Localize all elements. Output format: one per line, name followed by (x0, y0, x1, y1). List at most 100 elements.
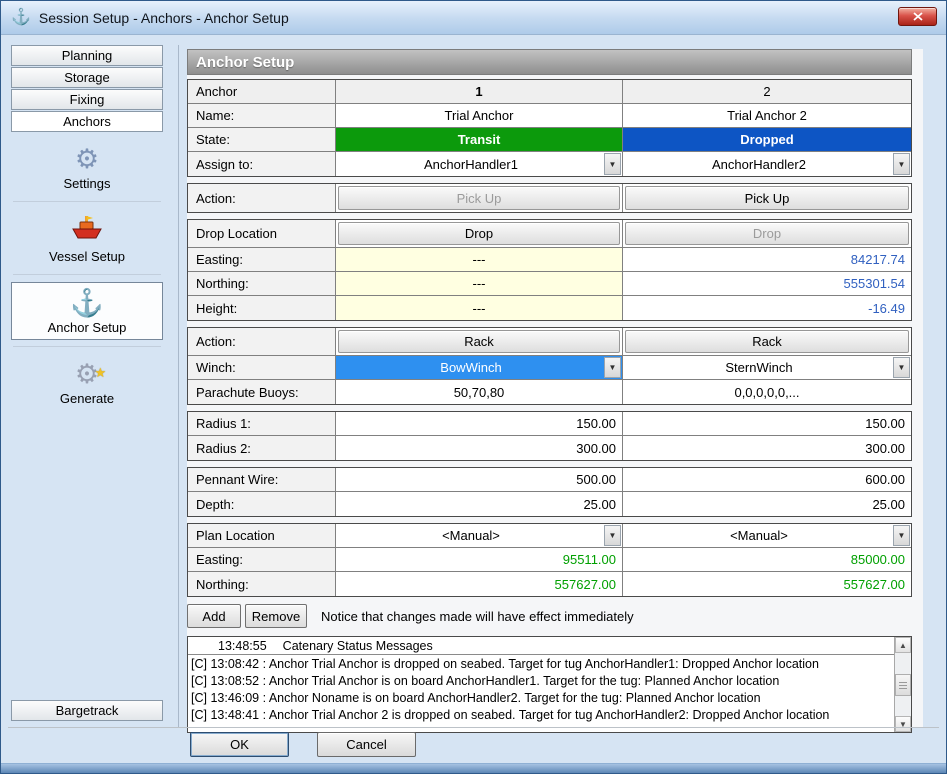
northing-field-1[interactable]: --- (336, 272, 623, 296)
assign-value-1: AnchorHandler1 (424, 157, 518, 172)
bargetrack-button[interactable]: Bargetrack (11, 700, 163, 721)
nav-item-generate[interactable]: ⚙★ Generate (11, 354, 163, 410)
drop-button-2: Drop (625, 222, 909, 245)
scroll-up-icon[interactable]: ▲ (895, 637, 911, 653)
chevron-down-icon[interactable]: ▼ (604, 525, 621, 546)
sidebar-separator (13, 346, 161, 347)
anchor-column-2-header[interactable]: 2 (623, 80, 911, 104)
sidebar-divider (178, 45, 179, 727)
nav-item-anchor-setup[interactable]: ⚓ Anchor Setup (11, 282, 163, 340)
boat-icon (71, 214, 103, 247)
sidebar-item-planning[interactable]: Planning (11, 45, 163, 66)
winch-label: Winch: (188, 356, 336, 380)
radius-2-value-2[interactable]: 300.00 (623, 436, 911, 460)
log-message: [C] 13:08:42 : Anchor Trial Anchor is dr… (191, 656, 891, 673)
plan-easting-value-2[interactable]: 85000.00 (623, 548, 911, 572)
name-value-2[interactable]: Trial Anchor 2 (623, 104, 911, 128)
ok-button[interactable]: OK (190, 732, 289, 757)
nav-item-settings[interactable]: ⚙ Settings (11, 139, 163, 195)
chevron-down-icon[interactable]: ▼ (604, 153, 621, 175)
anchor-header-label: Anchor (188, 80, 336, 104)
add-remove-row: Add Remove Notice that changes made will… (187, 603, 923, 629)
winch-dropdown-2[interactable]: SternWinch ▼ (623, 356, 911, 380)
parachute-buoys-value-1[interactable]: 50,70,80 (336, 380, 623, 404)
add-button[interactable]: Add (187, 604, 241, 628)
sidebar-item-storage[interactable]: Storage (11, 67, 163, 88)
pickup-cell-1: Pick Up (336, 184, 623, 212)
log-message: [C] 13:08:52 : Anchor Trial Anchor is on… (191, 673, 891, 690)
drop-button-1[interactable]: Drop (338, 222, 620, 245)
drop-location-label: Drop Location (188, 220, 336, 248)
titlebar[interactable]: ⚓ Session Setup - Anchors - Anchor Setup (1, 1, 946, 35)
pennant-wire-label: Pennant Wire: (188, 468, 336, 492)
drop-cell-1: Drop (336, 220, 623, 248)
log-message: [C] 13:48:41 : Anchor Trial Anchor 2 is … (191, 707, 891, 724)
chevron-down-icon[interactable]: ▼ (893, 357, 910, 378)
sidebar-item-fixing[interactable]: Fixing (11, 89, 163, 110)
nav-label-settings: Settings (64, 176, 111, 191)
gear-star-icon: ⚙★ (75, 359, 99, 389)
action-label: Action: (188, 184, 336, 212)
anchor-column-1-header[interactable]: 1 (336, 80, 623, 104)
pickup-cell-2: Pick Up (623, 184, 911, 212)
rack-button-2[interactable]: Rack (625, 330, 909, 353)
height-field-1[interactable]: --- (336, 296, 623, 320)
plan-location-dropdown-2[interactable]: <Manual> ▼ (623, 524, 911, 548)
parachute-buoys-value-2[interactable]: 0,0,0,0,0,... (623, 380, 911, 404)
northing-value-2: 555301.54 (623, 272, 911, 296)
sidebar-separator (13, 201, 161, 202)
easting-field-1[interactable]: --- (336, 248, 623, 272)
chevron-down-icon[interactable]: ▼ (893, 153, 910, 175)
plan-northing-label: Northing: (188, 572, 336, 596)
plan-northing-value-2[interactable]: 557627.00 (623, 572, 911, 596)
remove-button[interactable]: Remove (245, 604, 307, 628)
pickup-button-2[interactable]: Pick Up (625, 186, 909, 210)
anchor-identity-table: Anchor 1 2 Name: Trial Anchor Trial Anch… (187, 79, 912, 177)
sidebar-separator (13, 274, 161, 275)
winch-dropdown-1[interactable]: BowWinch ▼ (336, 356, 623, 380)
log-scrollbar[interactable]: ▲ ▼ (894, 637, 911, 732)
northing-label: Northing: (188, 272, 336, 296)
app-icon: ⚓ (11, 10, 31, 26)
winch-value-1: BowWinch (440, 360, 501, 375)
chevron-down-icon[interactable]: ▼ (604, 357, 621, 378)
log-time: 13:48:55 (218, 639, 267, 653)
radius-1-label: Radius 1: (188, 412, 336, 436)
name-label: Name: (188, 104, 336, 128)
assign-dropdown-1[interactable]: AnchorHandler1 ▼ (336, 152, 623, 176)
pennant-wire-value-2[interactable]: 600.00 (623, 468, 911, 492)
anchor-icon: ⚓ (70, 288, 104, 318)
pennant-depth-table: Pennant Wire: 500.00 600.00 Depth: 25.00… (187, 467, 912, 517)
plan-location-label: Plan Location (188, 524, 336, 548)
chevron-down-icon[interactable]: ▼ (893, 525, 910, 546)
nav-item-vessel-setup[interactable]: Vessel Setup (11, 209, 163, 268)
depth-value-1[interactable]: 25.00 (336, 492, 623, 516)
pickup-button-1: Pick Up (338, 186, 620, 210)
close-button[interactable] (898, 7, 937, 26)
notice-text: Notice that changes made will have effec… (321, 609, 634, 624)
depth-label: Depth: (188, 492, 336, 516)
radius-2-value-1[interactable]: 300.00 (336, 436, 623, 460)
plan-location-dropdown-1[interactable]: <Manual> ▼ (336, 524, 623, 548)
pennant-wire-value-1[interactable]: 500.00 (336, 468, 623, 492)
easting-value-2: 84217.74 (623, 248, 911, 272)
scroll-down-icon[interactable]: ▼ (895, 716, 911, 732)
close-icon (913, 12, 923, 21)
radius-1-value-2[interactable]: 150.00 (623, 412, 911, 436)
name-value-1[interactable]: Trial Anchor (336, 104, 623, 128)
window-bottom-edge (1, 763, 946, 773)
depth-value-2[interactable]: 25.00 (623, 492, 911, 516)
radius-1-value-1[interactable]: 150.00 (336, 412, 623, 436)
assign-dropdown-2[interactable]: AnchorHandler2 ▼ (623, 152, 911, 176)
plan-northing-value-1[interactable]: 557627.00 (336, 572, 623, 596)
pickup-action-table: Action: Pick Up Pick Up (187, 183, 912, 213)
rack-button-1[interactable]: Rack (338, 330, 620, 353)
plan-easting-label: Easting: (188, 548, 336, 572)
scrollbar-thumb[interactable] (895, 674, 911, 696)
plan-easting-value-1[interactable]: 95511.00 (336, 548, 623, 572)
cancel-button[interactable]: Cancel (317, 732, 416, 757)
catenary-status-log: 13:48:55 Catenary Status Messages [C] 13… (187, 636, 912, 733)
nav-label-anchor-setup: Anchor Setup (48, 320, 127, 335)
radius-table: Radius 1: 150.00 150.00 Radius 2: 300.00… (187, 411, 912, 461)
sidebar-item-anchors[interactable]: Anchors (11, 111, 163, 132)
